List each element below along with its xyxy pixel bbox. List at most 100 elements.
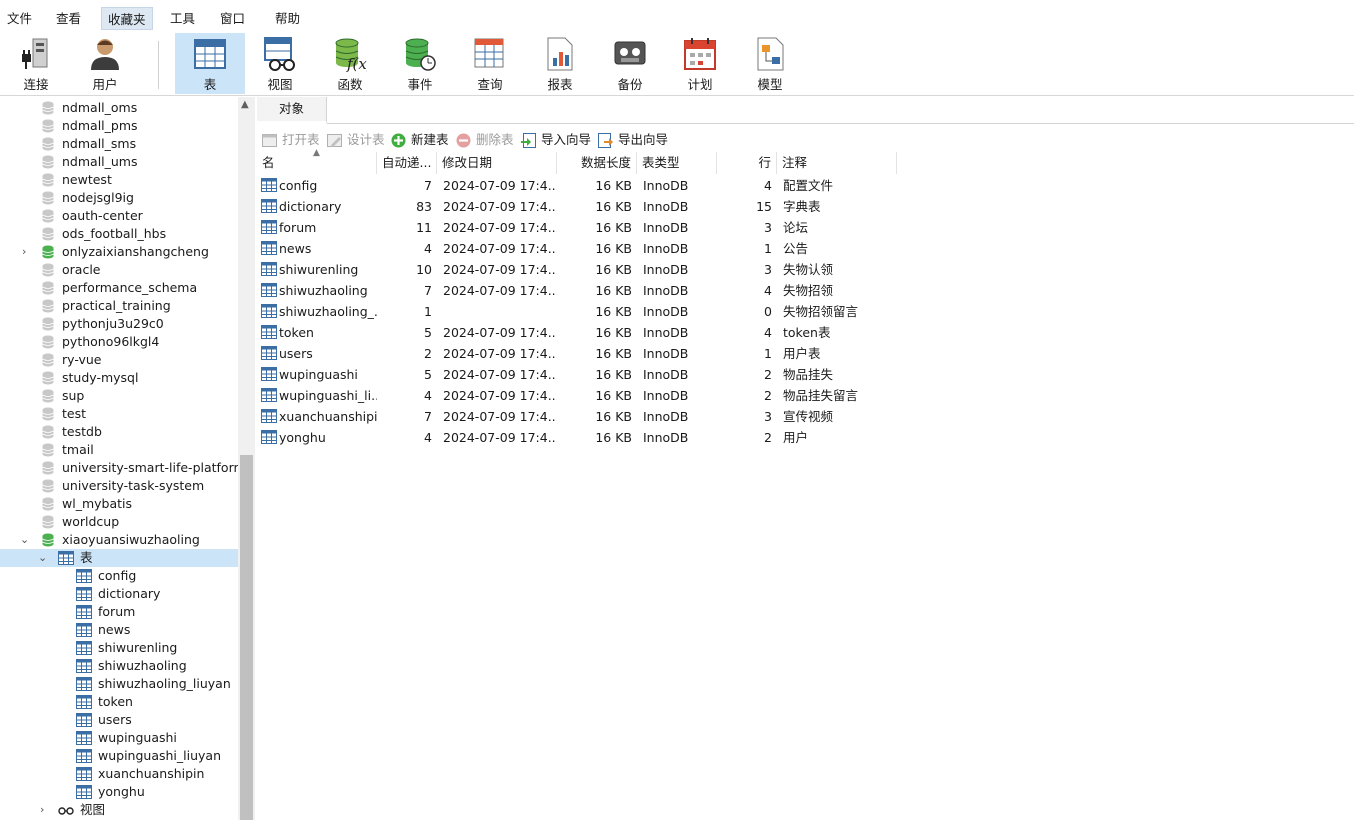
- sidebar-database-pythonju3u29c0[interactable]: pythonju3u29c0: [0, 315, 238, 333]
- toolbar-button-9[interactable]: 计划: [665, 33, 735, 94]
- sidebar-table-shiwuzhaoling_liuyan[interactable]: shiwuzhaoling_liuyan: [0, 675, 238, 693]
- column-header[interactable]: 自动递...: [377, 152, 437, 174]
- sidebar-database-test[interactable]: test: [0, 405, 238, 423]
- toolbar-button-1[interactable]: 用户: [70, 33, 140, 94]
- table-row[interactable]: yonghu 4 2024-07-09 17:4... 16 KB InnoDB 2 用户: [257, 427, 917, 448]
- sidebar-database-onlyzaixianshangcheng[interactable]: › onlyzaixianshangcheng: [0, 243, 238, 261]
- sidebar-table-users[interactable]: users: [0, 711, 238, 729]
- table-row[interactable]: xuanchuanshipin 7 2024-07-09 17:4... 16 KB I…: [257, 406, 917, 427]
- sidebar-database-study-mysql[interactable]: study-mysql: [0, 369, 238, 387]
- sidebar-table-label: wupinguashi: [98, 730, 177, 745]
- table-cell: 4: [764, 325, 772, 340]
- sidebar-database-ndmall_oms[interactable]: ndmall_oms: [0, 99, 238, 117]
- toolbar-button-8[interactable]: 备份: [595, 33, 665, 94]
- sidebar-database-performance_schema[interactable]: performance_schema: [0, 279, 238, 297]
- table-cell: 16 KB: [595, 199, 632, 214]
- menu-item-2[interactable]: 收藏夹: [101, 7, 153, 30]
- sidebar-views-folder[interactable]: › 视图: [0, 801, 238, 819]
- menu-item-5[interactable]: 帮助: [269, 7, 306, 30]
- expand-arrow-icon[interactable]: ›: [22, 243, 26, 261]
- sidebar-tables-folder[interactable]: ⌄ 表: [0, 549, 238, 567]
- sidebar-database-sup[interactable]: sup: [0, 387, 238, 405]
- column-header[interactable]: 表类型: [637, 152, 717, 174]
- column-header[interactable]: 修改日期: [437, 152, 557, 174]
- tables-grid[interactable]: 名自动递... 修改日期 数据长度 表类型行注释 ▲ config 7 2024-07-09 …: [257, 148, 1354, 820]
- sidebar-table-dictionary[interactable]: dictionary: [0, 585, 238, 603]
- table-row[interactable]: shiwuzhaoling_... 1 16 KB InnoDB 0 失物招领留言: [257, 301, 917, 322]
- menu-item-0[interactable]: 文件: [1, 7, 38, 30]
- toolbar-button-6[interactable]: 查询: [455, 33, 525, 94]
- table-cell: shiwuzhaoling_...: [279, 304, 377, 319]
- table-row[interactable]: token 5 2024-07-09 17:4... 16 KB InnoDB 4 toke…: [257, 322, 917, 343]
- collapse-arrow-icon[interactable]: ⌄: [20, 531, 29, 549]
- table-row[interactable]: wupinguashi_li... 4 2024-07-09 17:4... 16 K…: [257, 385, 917, 406]
- sidebar-scrollbar[interactable]: ▲: [238, 97, 255, 820]
- table-icon: [261, 346, 277, 363]
- toolbar-button-4[interactable]: f(x) 函数: [315, 33, 385, 94]
- navigation-tree[interactable]: ndmall_oms ndmall_pms ndmall_sms ndmall_ums…: [0, 97, 238, 820]
- toolbar-button-0[interactable]: 连接: [1, 33, 71, 94]
- table-row[interactable]: forum 11 2024-07-09 17:4... 16 KB InnoDB 3 论坛: [257, 217, 917, 238]
- sidebar-database-oauth-center[interactable]: oauth-center: [0, 207, 238, 225]
- sidebar-table-yonghu[interactable]: yonghu: [0, 783, 238, 801]
- sidebar-table-news[interactable]: news: [0, 621, 238, 639]
- sidebar-database-university-smart-life-platform[interactable]: university-smart-life-platform: [0, 459, 238, 477]
- sidebar-database-ndmall_sms[interactable]: ndmall_sms: [0, 135, 238, 153]
- sidebar-database-practical_training[interactable]: practical_training: [0, 297, 238, 315]
- sidebar-table-shiwuzhaoling[interactable]: shiwuzhaoling: [0, 657, 238, 675]
- scrollbar-thumb[interactable]: [240, 455, 253, 820]
- sidebar-table-xuanchuanshipin[interactable]: xuanchuanshipin: [0, 765, 238, 783]
- table-row[interactable]: dictionary 83 2024-07-09 17:4... 16 KB InnoD…: [257, 196, 917, 217]
- table-cell: 3: [764, 262, 772, 277]
- column-header[interactable]: 行: [717, 152, 777, 174]
- table-cell: 10: [416, 262, 432, 277]
- table-row[interactable]: news 4 2024-07-09 17:4... 16 KB InnoDB 1 公告: [257, 238, 917, 259]
- sidebar-table-shiwurenling[interactable]: shiwurenling: [0, 639, 238, 657]
- sidebar-database-testdb[interactable]: testdb: [0, 423, 238, 441]
- scroll-up-arrow-icon[interactable]: ▲: [241, 99, 249, 110]
- sidebar-database-ods_football_hbs[interactable]: ods_football_hbs: [0, 225, 238, 243]
- sidebar-database-ry-vue[interactable]: ry-vue: [0, 351, 238, 369]
- sidebar-table-forum[interactable]: forum: [0, 603, 238, 621]
- sidebar-database-wl_mybatis[interactable]: wl_mybatis: [0, 495, 238, 513]
- toolbar-button-2[interactable]: 表: [175, 33, 245, 94]
- toolbar-button-5[interactable]: 事件: [385, 33, 455, 94]
- table-cell: news: [279, 241, 312, 256]
- table-icon: [261, 304, 277, 321]
- sidebar-database-oracle[interactable]: oracle: [0, 261, 238, 279]
- toolbar-button-3[interactable]: 视图: [245, 33, 315, 94]
- menu-item-1[interactable]: 查看: [50, 7, 87, 30]
- sidebar-database-university-task-system[interactable]: university-task-system: [0, 477, 238, 495]
- sidebar-table-wupinguashi[interactable]: wupinguashi: [0, 729, 238, 747]
- sidebar-database-pythono96lkgl4[interactable]: pythono96lkgl4: [0, 333, 238, 351]
- table-cell: 2024-07-09 17:4...: [443, 346, 557, 361]
- menu-item-4[interactable]: 窗口: [214, 7, 251, 30]
- table-row[interactable]: shiwuzhaoling 7 2024-07-09 17:4... 16 KB Inn…: [257, 280, 917, 301]
- sidebar-table-token[interactable]: token: [0, 693, 238, 711]
- sidebar-database-nodejsgl9ig[interactable]: nodejsgl9ig: [0, 189, 238, 207]
- table-row[interactable]: wupinguashi 5 2024-07-09 17:4... 16 KB InnoD…: [257, 364, 917, 385]
- menu-item-3[interactable]: 工具: [164, 7, 201, 30]
- collapse-arrow-icon[interactable]: ⌄: [38, 549, 47, 567]
- sidebar-database-worldcup[interactable]: worldcup: [0, 513, 238, 531]
- table-cell: 2: [764, 430, 772, 445]
- table-cell: 配置文件: [783, 178, 834, 193]
- table-row[interactable]: config 7 2024-07-09 17:4... 16 KB InnoDB 4 配置文…: [257, 175, 917, 196]
- sidebar-table-config[interactable]: config: [0, 567, 238, 585]
- toolbar-button-10[interactable]: 模型: [735, 33, 805, 94]
- sidebar-database-tmail[interactable]: tmail: [0, 441, 238, 459]
- sidebar-database-ndmall_ums[interactable]: ndmall_ums: [0, 153, 238, 171]
- table-row[interactable]: shiwurenling 10 2024-07-09 17:4... 16 KB Inn…: [257, 259, 917, 280]
- sidebar-database-ndmall_pms[interactable]: ndmall_pms: [0, 117, 238, 135]
- sidebar-database-label: university-smart-life-platform: [62, 460, 238, 475]
- tab-objects[interactable]: 对象: [257, 97, 327, 124]
- sidebar-table-wupinguashi_liuyan[interactable]: wupinguashi_liuyan: [0, 747, 238, 765]
- expand-arrow-icon[interactable]: ›: [40, 801, 44, 819]
- column-header[interactable]: 数据长度: [557, 152, 637, 174]
- sidebar-database-xiaoyuansiwuzhaoling[interactable]: ⌄ xiaoyuansiwuzhaoling: [0, 531, 238, 549]
- table-row[interactable]: users 2 2024-07-09 17:4... 16 KB InnoDB 1 用户表: [257, 343, 917, 364]
- column-header[interactable]: 注释: [777, 152, 897, 174]
- sidebar-database-newtest[interactable]: newtest: [0, 171, 238, 189]
- sidebar-database-label: sup: [62, 388, 85, 403]
- toolbar-button-7[interactable]: 报表: [525, 33, 595, 94]
